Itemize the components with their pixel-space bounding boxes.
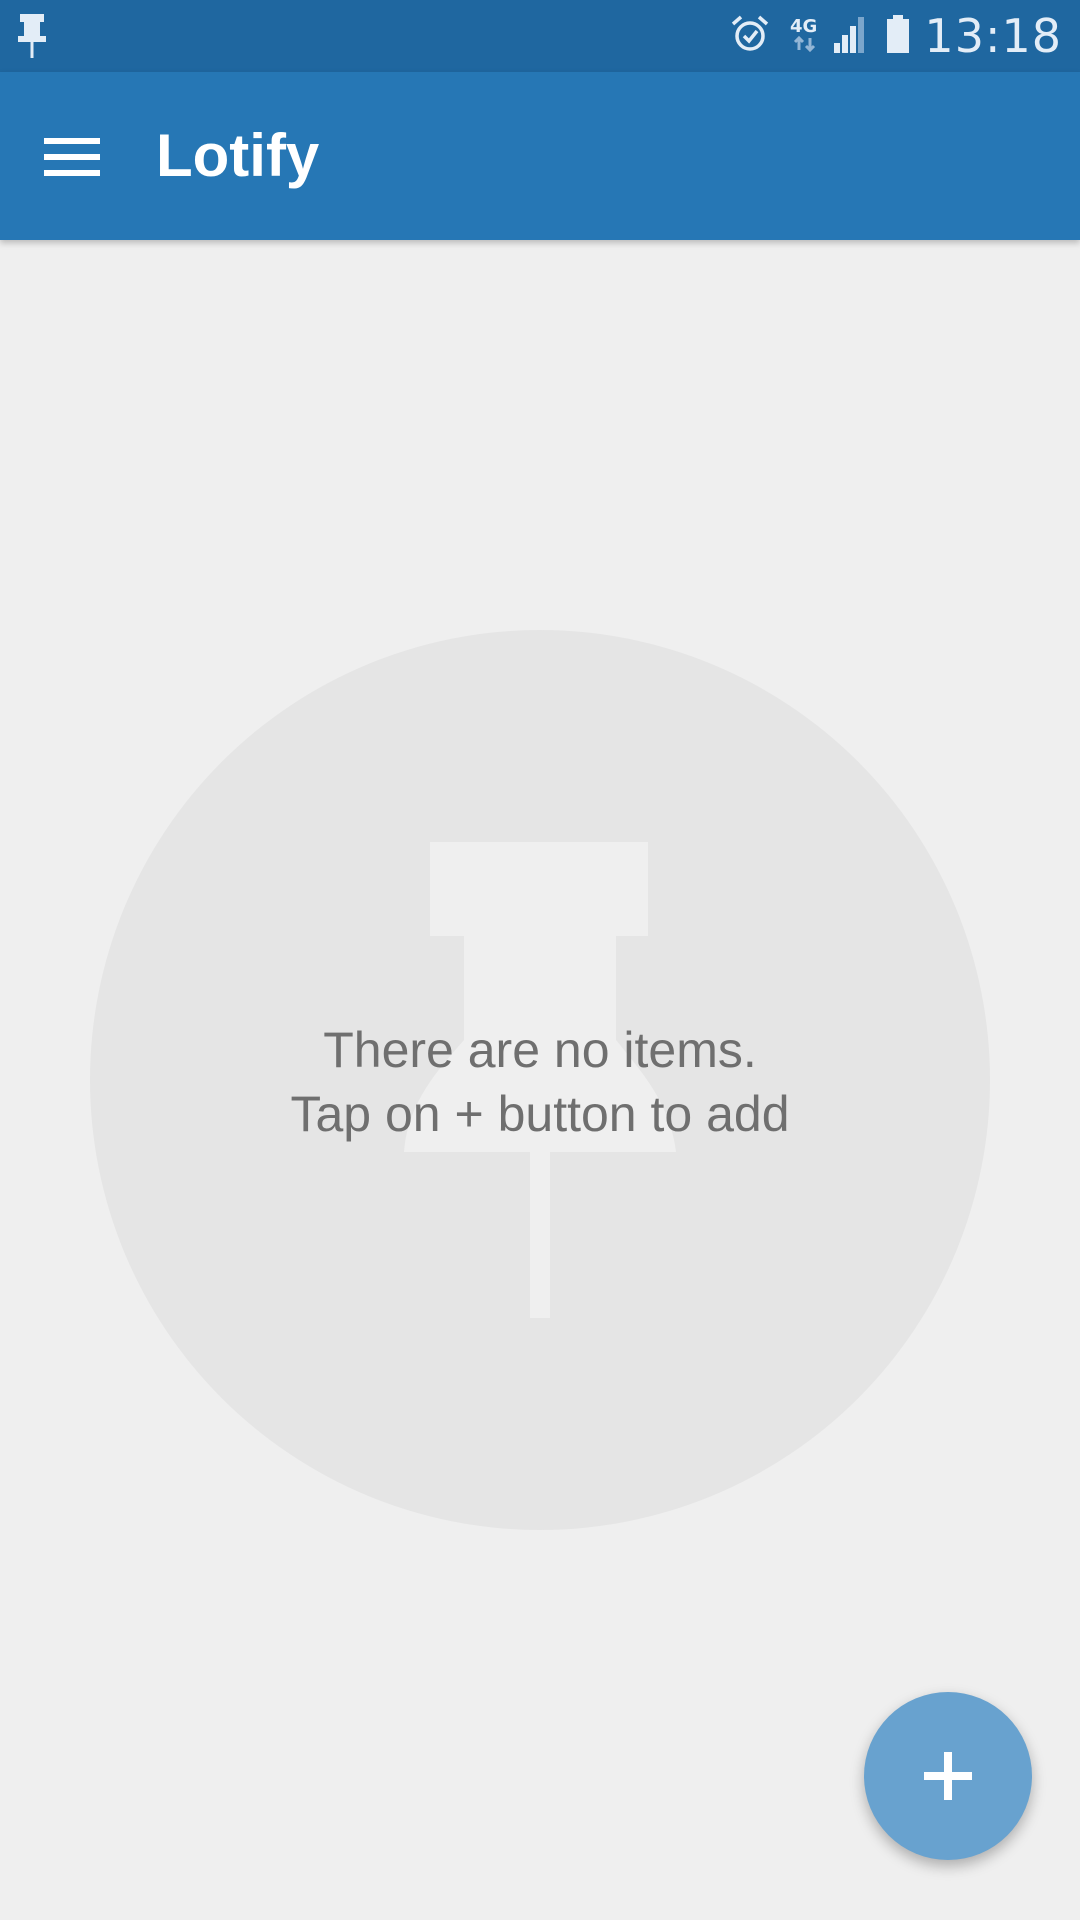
pushpin-icon: [16, 14, 48, 58]
hamburger-menu-icon[interactable]: [28, 118, 116, 194]
signal-icon: [832, 15, 868, 58]
battery-icon: [886, 14, 910, 58]
app-bar: Lotify: [0, 72, 1080, 240]
empty-state-message: There are no items. Tap on + button to a…: [90, 1018, 990, 1146]
network-label: 4G: [790, 16, 817, 37]
empty-state-line-2: Tap on + button to add: [290, 1086, 790, 1142]
plus-icon: [924, 1752, 972, 1800]
status-time: 13:18: [924, 9, 1062, 63]
add-item-button[interactable]: [864, 1692, 1032, 1860]
alarm-icon: [730, 14, 770, 59]
status-icons: 4G 13:18: [730, 0, 1062, 72]
4g-icon: 4G: [788, 14, 822, 59]
status-bar: 4G 13:18: [0, 0, 1080, 72]
empty-state-line-1: There are no items.: [323, 1022, 757, 1078]
app-title: Lotify: [156, 122, 320, 189]
